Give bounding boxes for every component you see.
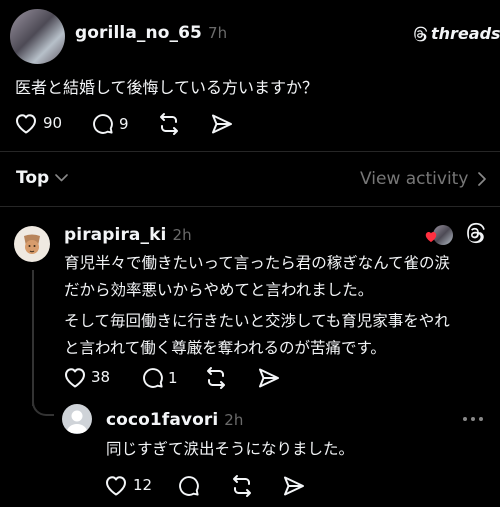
reply1-repost-button[interactable] bbox=[204, 366, 228, 390]
reply2-time: 2h bbox=[224, 411, 244, 429]
reply1-username[interactable]: pirapira_ki bbox=[64, 225, 166, 245]
author-liked-badge bbox=[424, 224, 454, 246]
reply1-text-line: だから効率悪いからやめてと言われました。 bbox=[64, 281, 374, 299]
ellipsis-icon bbox=[462, 416, 484, 422]
chevron-down-icon bbox=[55, 174, 68, 182]
reply1-reply-count: 1 bbox=[168, 368, 178, 387]
threads-logo[interactable]: threads bbox=[412, 24, 500, 43]
reply1-thread-line bbox=[32, 270, 34, 406]
post-reply-button[interactable]: 9 bbox=[91, 112, 129, 135]
view-activity-link[interactable]: View activity bbox=[360, 169, 487, 189]
threads-icon bbox=[412, 26, 428, 42]
post-text: 医者と結婚して後悔している方いますか？ bbox=[15, 78, 319, 97]
more-options-button[interactable] bbox=[462, 416, 484, 422]
reply2-like-button[interactable]: 12 bbox=[104, 474, 152, 496]
sort-label: Top bbox=[16, 168, 50, 188]
repost-icon bbox=[230, 474, 254, 498]
post-share-button[interactable] bbox=[210, 112, 234, 136]
reply1-text-line: そして毎回働きに行きたいと交渉しても育児家事をやれ bbox=[64, 312, 450, 330]
comment-icon bbox=[177, 474, 200, 497]
reply1-reply-button[interactable]: 1 bbox=[141, 366, 178, 389]
reply1-avatar[interactable] bbox=[14, 226, 50, 262]
reply2-reply-button[interactable] bbox=[177, 474, 200, 497]
reply1-time: 2h bbox=[172, 226, 192, 244]
reply1-text-line: と言われて働く尊厳を奪われるのが苦痛です。 bbox=[64, 339, 386, 357]
view-activity-label: View activity bbox=[360, 169, 469, 189]
repost-icon bbox=[204, 366, 228, 390]
sort-divider bbox=[0, 206, 500, 207]
reply2-username[interactable]: coco1favori bbox=[106, 410, 218, 430]
post-avatar[interactable] bbox=[10, 9, 65, 64]
chevron-right-icon bbox=[478, 172, 487, 186]
post-divider bbox=[0, 151, 500, 152]
reply1-username-row: pirapira_ki 2h bbox=[64, 225, 192, 245]
heart-icon bbox=[14, 112, 38, 134]
reply2-username-row: coco1favori 2h bbox=[106, 410, 244, 430]
send-icon bbox=[282, 474, 306, 498]
reply1-like-count: 38 bbox=[91, 368, 111, 386]
brand-label: threads bbox=[431, 24, 500, 43]
post-username-row: gorilla_no_65 7h bbox=[75, 23, 227, 43]
post-reply-count: 9 bbox=[119, 114, 129, 133]
reply1-thread-curve bbox=[32, 398, 54, 416]
heart-icon bbox=[63, 366, 87, 388]
post-like-count: 90 bbox=[43, 114, 63, 132]
reply2-repost-button[interactable] bbox=[230, 474, 254, 498]
post-time: 7h bbox=[207, 24, 228, 42]
reply2-like-count: 12 bbox=[133, 476, 153, 494]
send-icon bbox=[210, 112, 234, 136]
repost-icon bbox=[157, 112, 181, 136]
heart-icon bbox=[104, 474, 128, 496]
reply2-text: 同じすぎて涙出そうになりました。 bbox=[106, 440, 355, 458]
sort-dropdown[interactable]: Top bbox=[16, 168, 68, 188]
reply1-text-line: 育児半々で働きたいって言ったら君の稼ぎなんて雀の涙 bbox=[64, 254, 450, 272]
reply1-text: 育児半々で働きたいって言ったら君の稼ぎなんて雀の涙 だから効率悪いからやめてと言… bbox=[64, 250, 494, 362]
reply2-share-button[interactable] bbox=[282, 474, 306, 498]
post-username[interactable]: gorilla_no_65 bbox=[75, 23, 202, 43]
reply1-share-button[interactable] bbox=[257, 366, 281, 390]
reply1-threads-icon[interactable] bbox=[464, 222, 486, 248]
comment-icon bbox=[91, 112, 114, 135]
reply2-avatar[interactable] bbox=[62, 404, 92, 434]
post-like-button[interactable]: 90 bbox=[14, 112, 62, 134]
reply1-like-button[interactable]: 38 bbox=[63, 366, 110, 388]
comment-icon bbox=[141, 366, 164, 389]
red-heart-icon bbox=[424, 230, 438, 243]
send-icon bbox=[257, 366, 281, 390]
post-repost-button[interactable] bbox=[157, 112, 181, 136]
